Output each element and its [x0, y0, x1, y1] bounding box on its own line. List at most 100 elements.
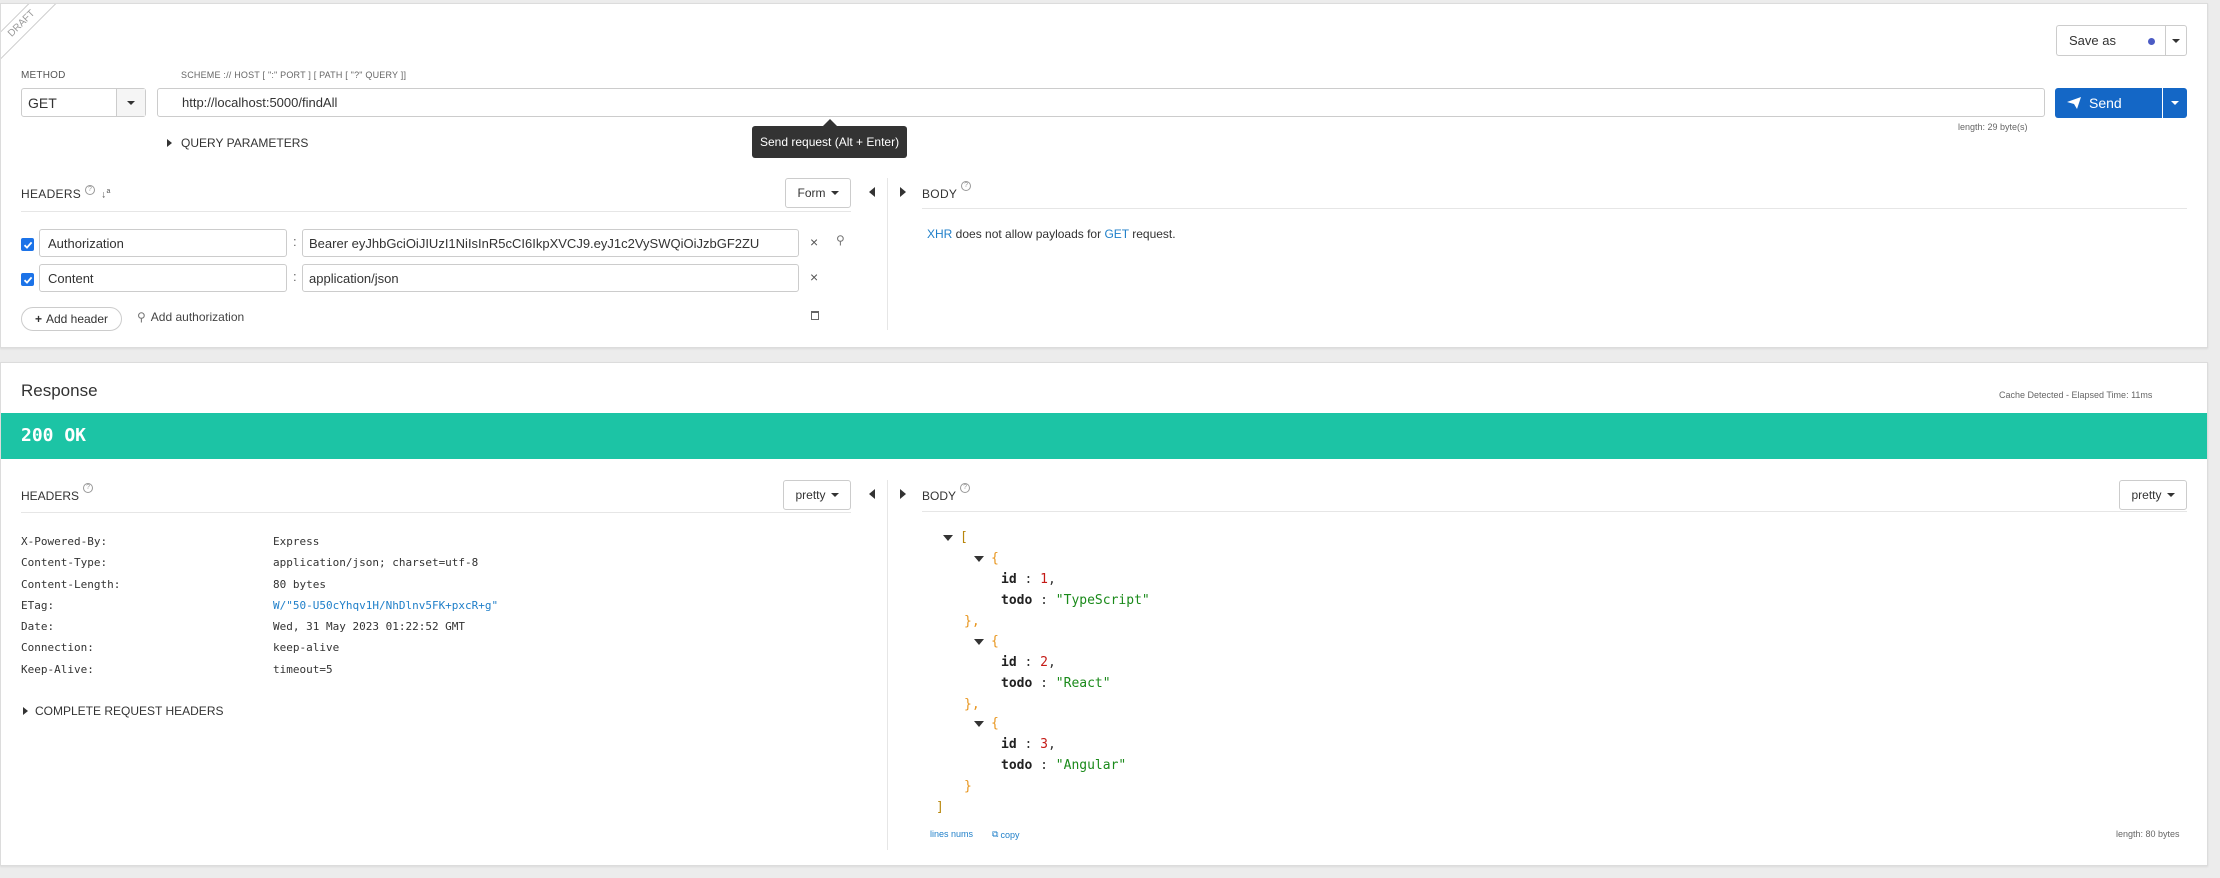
collapse-left-button[interactable]: [869, 489, 875, 499]
body-label: BODY: [922, 187, 958, 201]
url-value: http://localhost:5000/findAll: [182, 95, 338, 110]
header-name: Authorization: [48, 235, 124, 251]
json-close-brace: }: [964, 779, 972, 794]
header-name: Connection:: [21, 641, 94, 655]
send-label: Send: [2089, 95, 2122, 111]
collapse-object-icon[interactable]: [974, 556, 984, 562]
json-open-brace: {: [991, 716, 999, 731]
json-number: 1: [1040, 572, 1048, 587]
collapse-object-icon[interactable]: [974, 639, 984, 645]
header-value-input[interactable]: Bearer eyJhbGciOiJIUzI1NiIsInR5cCI6IkpXV…: [302, 229, 799, 257]
remove-header-icon[interactable]: ×: [810, 269, 818, 285]
form-mode-dropdown[interactable]: Form: [785, 178, 851, 208]
header-row: ETag: W/"50-U50cYhqv1H/NhDlnv5FK+pxcR+g": [21, 595, 498, 616]
collapse-object-icon[interactable]: [974, 721, 984, 727]
json-entry: id : 3,: [1001, 737, 1056, 752]
header-value: Express: [273, 535, 320, 548]
json-colon: :: [1040, 676, 1048, 691]
lines-nums-toggle[interactable]: lines nums: [930, 829, 973, 839]
header-name-input[interactable]: Content: [39, 264, 287, 292]
json-entry: todo : "Angular": [1001, 758, 1126, 773]
header-enabled-checkbox[interactable]: [21, 238, 34, 251]
header-colon: :: [293, 234, 297, 249]
json-colon: :: [1024, 655, 1033, 670]
header-name: Keep-Alive:: [21, 662, 94, 676]
unsaved-dot-icon: [2148, 38, 2155, 45]
body-divider: [922, 208, 2187, 209]
json-string: "React": [1055, 676, 1111, 691]
header-name: Date:: [21, 620, 55, 634]
status-text: 200 OK: [21, 425, 87, 446]
etag-link[interactable]: W/"50-U50cYhqv1H/NhDlnv5FK+pxcR+g": [273, 599, 498, 612]
collapse-right-button[interactable]: [900, 489, 906, 499]
header-name: Content-Length:: [21, 577, 121, 591]
expand-icon: [23, 707, 28, 715]
url-input[interactable]: http://localhost:5000/findAll: [157, 88, 2045, 117]
json-close-brace: },: [964, 614, 980, 629]
caret-down-icon: [830, 191, 839, 195]
query-parameters-toggle[interactable]: QUERY PARAMETERS: [167, 136, 308, 150]
json-colon: :: [1024, 737, 1033, 752]
pretty-label: pretty: [2131, 488, 2162, 502]
headers-pretty-dropdown[interactable]: pretty: [783, 480, 851, 510]
collapse-left-button[interactable]: [869, 187, 875, 197]
header-row: Content-Type: application/json; charset=u…: [21, 552, 498, 573]
add-header-label: Add header: [45, 312, 109, 326]
add-authorization-button[interactable]: ⚲ Add authorization: [137, 310, 244, 324]
headers-label: HEADERS: [21, 489, 80, 503]
collapse-array-icon[interactable]: [943, 535, 953, 541]
json-colon: :: [1040, 593, 1048, 608]
save-as-button[interactable]: Save as: [2056, 25, 2165, 56]
url-length: length: 29 byte(s): [1958, 122, 2028, 132]
response-split-divider: [887, 480, 888, 850]
json-key: todo: [1001, 676, 1033, 691]
method-dropdown-toggle[interactable]: [116, 89, 145, 116]
json-open-brace: {: [991, 551, 999, 566]
request-split-divider: [887, 178, 888, 330]
send-options-dropdown[interactable]: [2163, 88, 2187, 118]
header-value: keep-alive: [273, 641, 340, 655]
collapse-right-button[interactable]: [900, 187, 906, 197]
body-note-middle: does not allow payloads for: [952, 227, 1105, 241]
body-pretty-dropdown[interactable]: pretty: [2119, 480, 2187, 510]
remove-header-icon[interactable]: ×: [810, 234, 818, 250]
body-note: XHR does not allow payloads for GET requ…: [927, 227, 1176, 241]
header-value: Wed, 31 May 2023 01:22:52 GMT: [273, 620, 466, 634]
json-key: id: [1001, 572, 1017, 587]
caret-down-icon: [127, 100, 135, 105]
json-key: id: [1001, 737, 1017, 752]
json-number: 3: [1040, 737, 1048, 752]
caret-down-icon: [830, 493, 839, 497]
header-value-input[interactable]: application/json: [302, 264, 799, 292]
xhr-link[interactable]: XHR: [927, 227, 952, 241]
copy-icon: ⧉: [992, 829, 999, 839]
method-value: GET: [28, 94, 57, 111]
add-header-button[interactable]: + Add header: [21, 307, 122, 331]
trash-icon[interactable]: [811, 311, 819, 320]
complete-request-headers-toggle[interactable]: COMPLETE REQUEST HEADERS: [23, 704, 223, 718]
method-select[interactable]: GET: [21, 88, 146, 117]
header-enabled-checkbox[interactable]: [21, 273, 34, 286]
header-name: X-Powered-By:: [21, 535, 108, 548]
sort-icon[interactable]: ↓a: [101, 188, 111, 200]
get-link[interactable]: GET: [1104, 227, 1128, 241]
request-panel: DRAFT Save as METHOD GET SCHEME :// HOST…: [0, 3, 2208, 348]
json-comma: ,: [1047, 737, 1056, 752]
json-open-bracket: [: [960, 530, 968, 545]
json-entry: id : 2,: [1001, 655, 1056, 670]
save-options-dropdown[interactable]: [2165, 25, 2187, 56]
copy-button[interactable]: ⧉ copy: [992, 829, 1019, 840]
json-close-brace: },: [964, 697, 980, 712]
send-button[interactable]: Send: [2055, 88, 2162, 118]
caret-down-icon: [2171, 101, 2179, 105]
response-body-title: BODY ?: [922, 483, 971, 503]
key-icon[interactable]: ⚲: [836, 233, 845, 247]
json-string: "Angular": [1055, 758, 1127, 773]
header-colon: :: [293, 269, 297, 284]
header-name-input[interactable]: Authorization: [39, 229, 287, 257]
draft-ribbon: DRAFT: [1, 4, 61, 63]
json-key: id: [1001, 655, 1017, 670]
json-key: todo: [1001, 758, 1033, 773]
help-icon: ?: [960, 483, 971, 493]
method-label: METHOD: [21, 70, 66, 81]
